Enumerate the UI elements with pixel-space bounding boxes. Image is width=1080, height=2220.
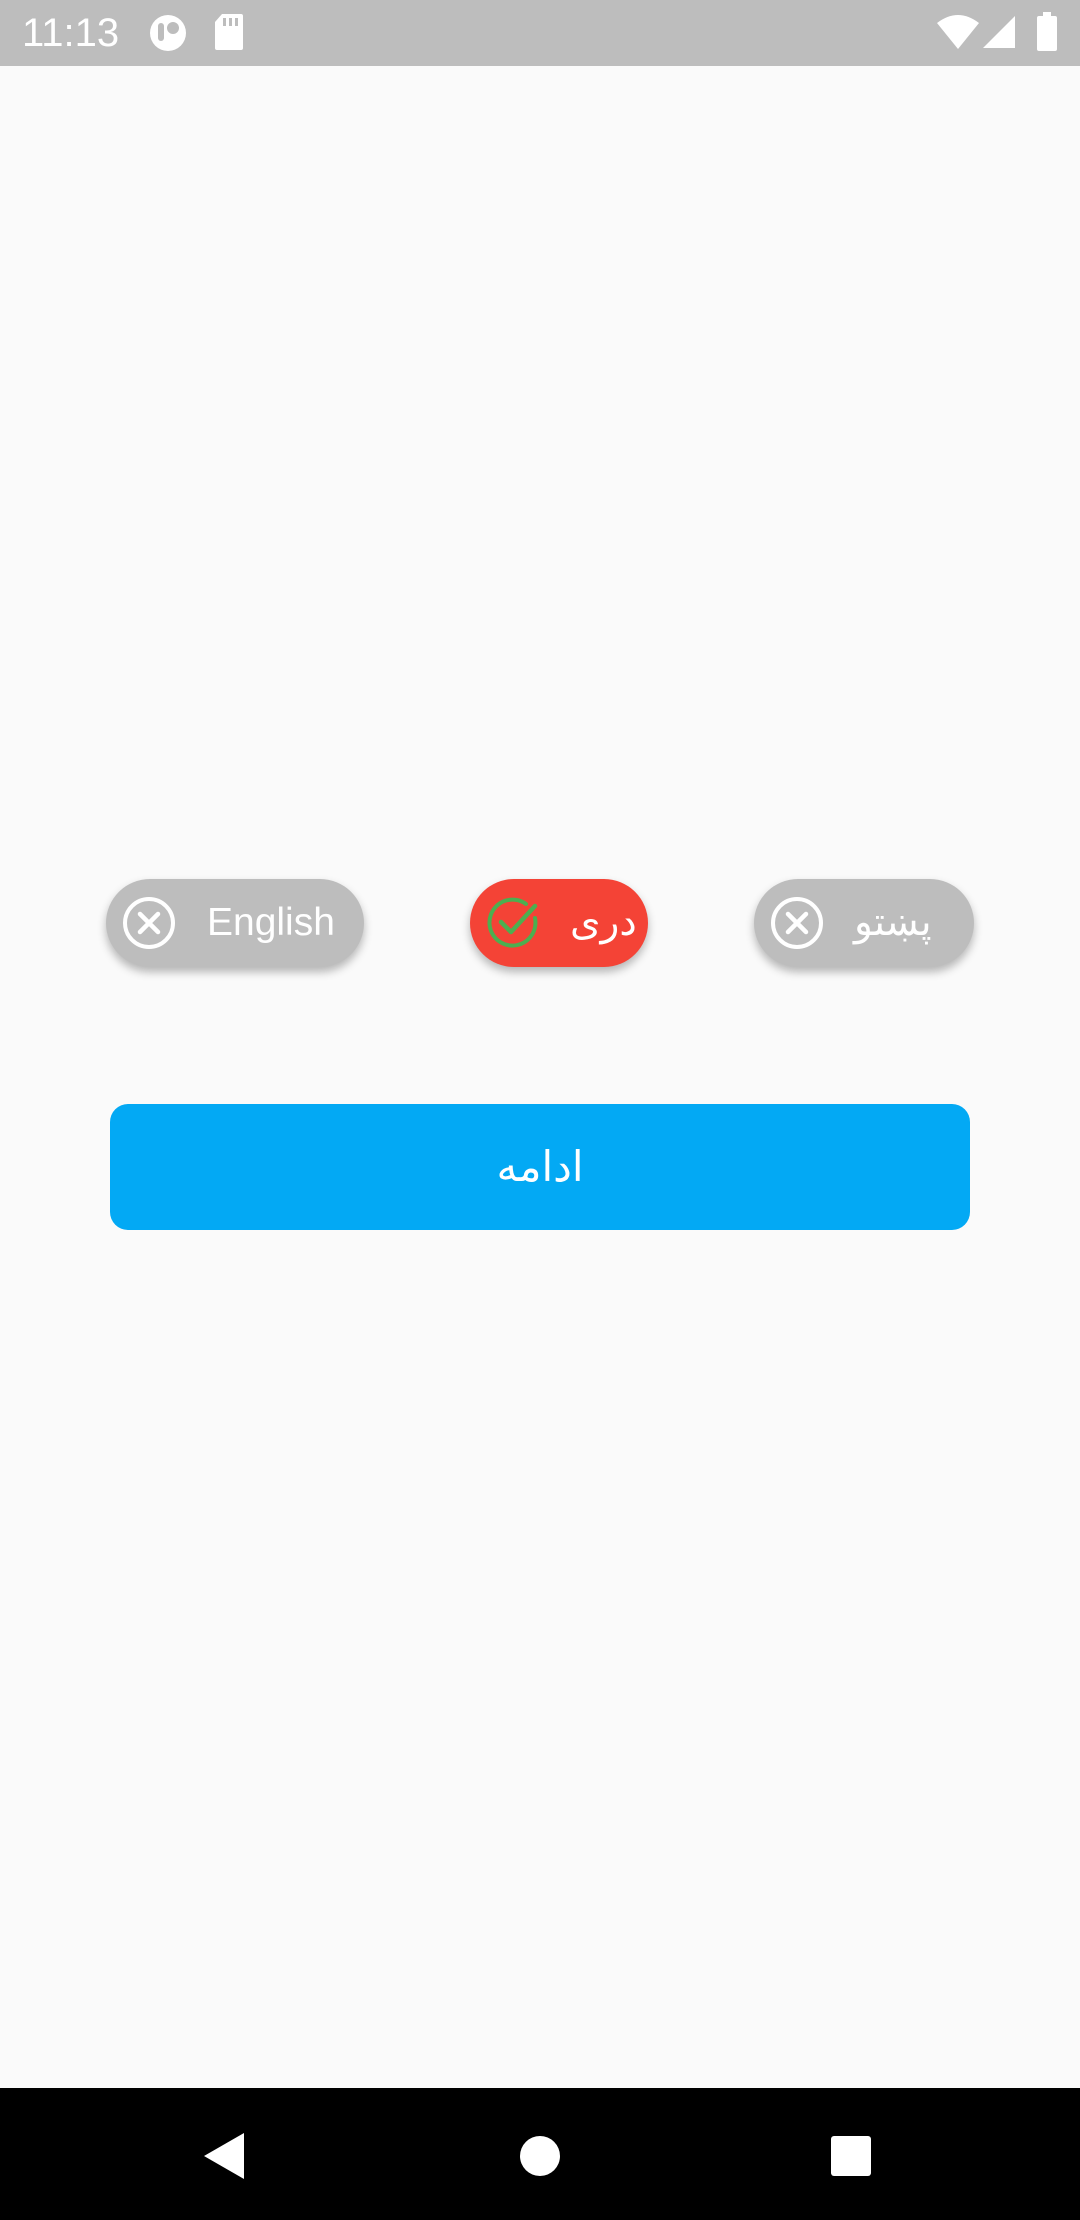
home-icon[interactable] bbox=[512, 2128, 568, 2184]
language-chip-dari[interactable]: دری bbox=[470, 879, 648, 967]
x-circle-icon bbox=[770, 896, 824, 950]
back-icon[interactable] bbox=[200, 2128, 256, 2184]
navigation-bar bbox=[0, 2088, 1080, 2220]
sd-card-icon bbox=[214, 13, 244, 51]
chip-label: دری bbox=[570, 900, 637, 945]
chip-label: English bbox=[207, 901, 335, 944]
x-circle-icon bbox=[122, 896, 176, 950]
continue-button[interactable]: ادامه bbox=[110, 1104, 970, 1230]
battery-icon bbox=[1036, 12, 1058, 52]
language-chip-pashto[interactable]: پښتو bbox=[754, 879, 974, 967]
status-bar: 11:13 bbox=[0, 0, 1080, 66]
recents-icon[interactable] bbox=[823, 2128, 879, 2184]
chip-label: پښتو bbox=[854, 900, 932, 945]
wifi-icon bbox=[936, 14, 980, 50]
notification-app-icon bbox=[148, 13, 188, 53]
status-time: 11:13 bbox=[22, 11, 120, 55]
signal-icon bbox=[982, 15, 1016, 49]
language-chip-english[interactable]: English bbox=[106, 879, 364, 967]
check-circle-icon bbox=[486, 896, 540, 950]
